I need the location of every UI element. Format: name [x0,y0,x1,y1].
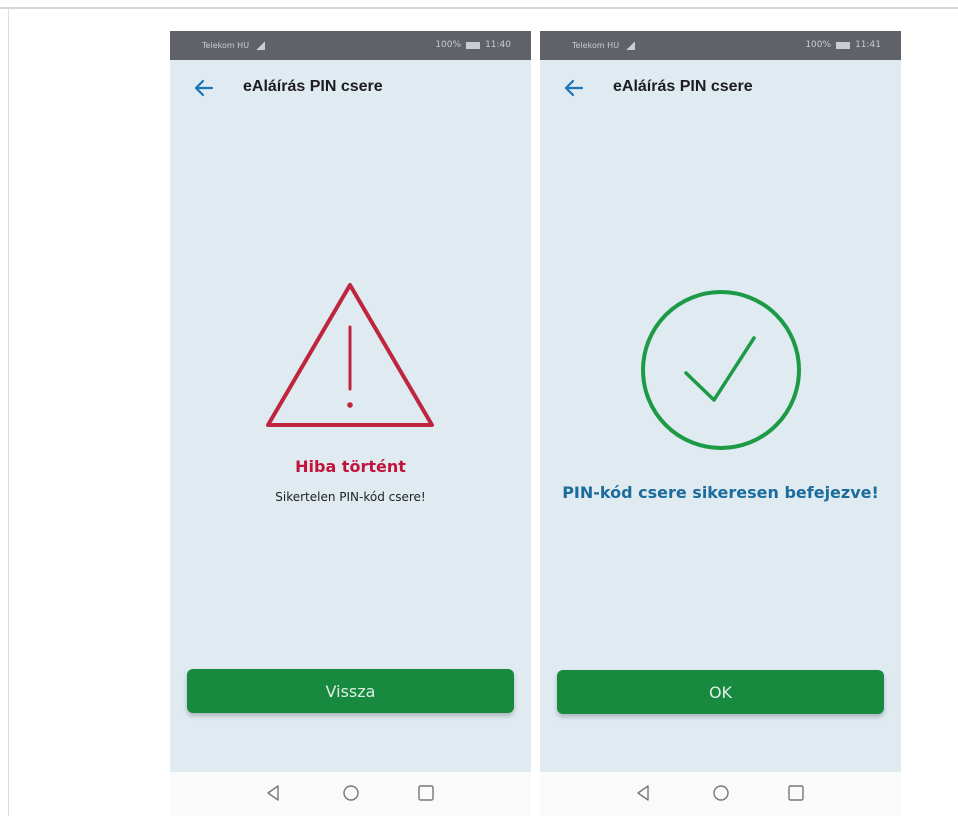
check-circle-icon [641,290,801,450]
back-arrow-icon[interactable] [192,76,216,100]
back-arrow-icon[interactable] [562,76,586,100]
nav-home-icon[interactable] [710,782,732,804]
error-message: Sikertelen PIN-kód csere! [275,490,426,504]
status-bar: Telekom HU 100% 11:41 [540,31,901,60]
clock: 11:41 [855,40,881,50]
battery-icon [466,41,481,49]
back-button[interactable]: Vissza [187,669,514,713]
nav-home-icon[interactable] [340,782,362,804]
battery-icon [836,41,851,49]
system-nav-bar [540,772,901,816]
status-bar: Telekom HU 100% 11:40 [170,31,531,60]
clock: 11:40 [485,40,511,50]
signal-icon [625,41,636,50]
nav-back-icon[interactable] [632,782,654,804]
phone-screen-success: Telekom HU 100% 11:41 eAláírás PIN csere… [540,31,901,816]
app-bar: eAláírás PIN csere [170,60,531,120]
nav-back-icon[interactable] [262,782,284,804]
error-title: Hiba történt [295,457,406,476]
battery-percent: 100% [435,40,462,50]
system-nav-bar [170,772,531,816]
ok-button[interactable]: OK [557,670,884,714]
top-divider [0,7,958,9]
success-title: PIN-kód csere sikeresen befejezve! [562,483,879,502]
app-bar: eAláírás PIN csere [540,60,901,120]
phone-screen-error: Telekom HU 100% 11:40 eAláírás PIN csere… [170,31,531,816]
signal-icon [255,41,266,50]
page-title: eAláírás PIN csere [243,78,383,95]
battery-percent: 100% [805,40,832,50]
nav-recents-icon[interactable] [785,782,807,804]
left-divider [8,9,9,816]
carrier-label: Telekom HU [202,41,250,50]
warning-triangle-icon [266,283,434,427]
carrier-label: Telekom HU [572,41,620,50]
nav-recents-icon[interactable] [415,782,437,804]
page-title: eAláírás PIN csere [613,78,753,95]
